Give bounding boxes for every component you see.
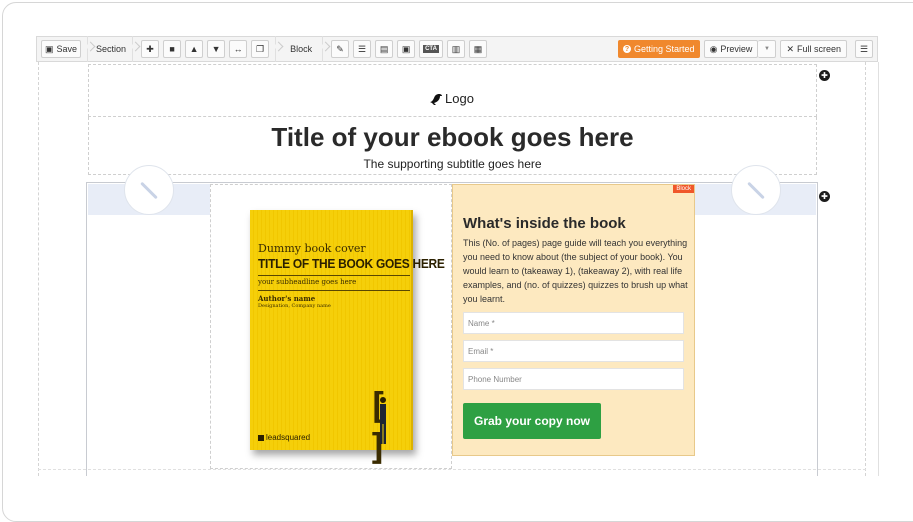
toolbar-divider	[275, 36, 277, 62]
document-icon: ▤	[379, 43, 389, 54]
expand-icon: ✕	[786, 43, 794, 54]
list-icon: ☰	[358, 43, 367, 54]
book-cover-brand-text: leadsquared	[266, 433, 311, 442]
image-block-button[interactable]: ▣	[397, 40, 416, 58]
email-field[interactable]: Email *	[463, 340, 684, 362]
toolbar-right-group: ? Getting Started ◉ Preview ▼ ✕ Full scr…	[618, 40, 873, 58]
delete-section-button[interactable]: ■	[163, 40, 182, 58]
section-settings-icon[interactable]: ✚	[819, 191, 830, 202]
bird-logo-icon	[430, 93, 442, 105]
canvas-scroll-track[interactable]	[878, 62, 884, 476]
arrows-horizontal-icon: ↔	[233, 43, 243, 54]
add-section-button[interactable]: ✚	[141, 40, 160, 58]
logo[interactable]: Logo	[429, 91, 474, 106]
chevron-down-icon: ▼	[211, 43, 221, 54]
contact-card-icon: ▦	[473, 43, 483, 54]
eye-icon: ◉	[709, 43, 718, 54]
fullscreen-button[interactable]: ✕ Full screen	[780, 40, 847, 58]
page-subtitle[interactable]: The supporting subtitle goes here	[89, 157, 816, 171]
editor-toolbar: ▣ Save Section ✚ ■ ▲ ▼ ↔ ❐ Block ✎ ☰ ▤ ▣…	[36, 36, 878, 62]
section-bottom-divider	[38, 469, 866, 470]
book-cover-bracket-mark: [ ]	[367, 386, 389, 468]
book-cover-subheadline: your subheadline goes here	[258, 278, 357, 286]
book-cover-divider	[258, 290, 410, 291]
name-field[interactable]: Name *	[463, 312, 684, 334]
book-cover-title: TITLE OF THE BOOK GOES HERE	[258, 256, 445, 271]
copy-icon: ❐	[256, 43, 265, 54]
form-block[interactable]: Block What's inside the book This (No. o…	[452, 184, 695, 456]
block-label: Block	[290, 44, 313, 54]
brand-mark-icon	[258, 434, 264, 441]
book-cover-image[interactable]: Dummy book cover TITLE OF THE BOOK GOES …	[250, 210, 445, 468]
text-block-button[interactable]: ▤	[375, 40, 394, 58]
preview-label: Preview	[720, 44, 753, 54]
stretch-button[interactable]: ↔	[229, 40, 248, 58]
form-block-button[interactable]: ▥	[446, 40, 465, 58]
fullscreen-label: Full screen	[796, 44, 841, 54]
menu-button[interactable]: ☰	[855, 40, 873, 58]
edit-text-button[interactable]: ✎	[331, 40, 350, 58]
trash-icon: ■	[169, 43, 175, 54]
book-cover-small-heading: Dummy book cover	[258, 242, 366, 255]
list-button[interactable]: ☰	[353, 40, 372, 58]
logo-section[interactable]: Logo	[88, 64, 817, 117]
toolbar-divider	[322, 36, 324, 62]
book-cover-designation: Designation, Company name	[258, 303, 331, 309]
pencil-icon: ✎	[336, 43, 344, 54]
phone-field[interactable]: Phone Number	[463, 368, 684, 390]
toolbar-divider	[132, 36, 134, 62]
cta-block-button[interactable]: CTA	[419, 40, 443, 58]
contact-block-button[interactable]: ▦	[468, 40, 487, 58]
phone-field-placeholder: Phone Number	[468, 374, 522, 384]
caret-down-icon: ▼	[763, 46, 770, 52]
submit-button[interactable]: Grab your copy now	[463, 403, 601, 439]
form-heading[interactable]: What's inside the book	[463, 215, 626, 232]
book-cover-author: Author's name	[258, 294, 316, 303]
save-label: Save	[56, 44, 78, 54]
save-button[interactable]: ▣ Save	[41, 40, 82, 58]
getting-started-label: Getting Started	[634, 44, 695, 54]
hamburger-icon: ☰	[859, 43, 869, 54]
duplicate-button[interactable]: ❐	[251, 40, 270, 58]
toolbar-divider	[87, 36, 89, 62]
block-tag-badge[interactable]: Block	[673, 185, 694, 193]
form-description[interactable]: This (No. of pages) page guide will teac…	[463, 236, 691, 306]
section-settings-icon[interactable]: ✚	[819, 70, 830, 81]
image-icon: ▣	[401, 43, 411, 54]
edit-background-right-icon[interactable]	[731, 165, 781, 215]
preview-dropdown-button[interactable]: ▼	[758, 40, 777, 58]
move-up-button[interactable]: ▲	[185, 40, 204, 58]
getting-started-button[interactable]: ? Getting Started	[618, 40, 700, 58]
name-field-placeholder: Name *	[468, 318, 495, 328]
person-figure-icon	[380, 397, 386, 444]
title-section[interactable]: Title of your ebook goes here The suppor…	[88, 117, 817, 175]
form-icon: ▥	[451, 43, 461, 54]
preview-button[interactable]: ◉ Preview	[703, 40, 759, 58]
move-down-button[interactable]: ▼	[207, 40, 226, 58]
cta-icon: CTA	[423, 45, 439, 53]
plus-icon: ✚	[146, 43, 154, 54]
edit-background-left-icon[interactable]	[124, 165, 174, 215]
section-label: Section	[96, 44, 127, 54]
save-icon: ▣	[45, 43, 54, 54]
email-field-placeholder: Email *	[468, 346, 494, 356]
page-title[interactable]: Title of your ebook goes here	[89, 122, 816, 153]
logo-text: Logo	[445, 91, 474, 106]
book-cover-divider	[258, 275, 410, 276]
book-cover-brand: leadsquared	[258, 433, 310, 442]
help-icon: ?	[623, 45, 632, 53]
chevron-up-icon: ▲	[189, 43, 199, 54]
